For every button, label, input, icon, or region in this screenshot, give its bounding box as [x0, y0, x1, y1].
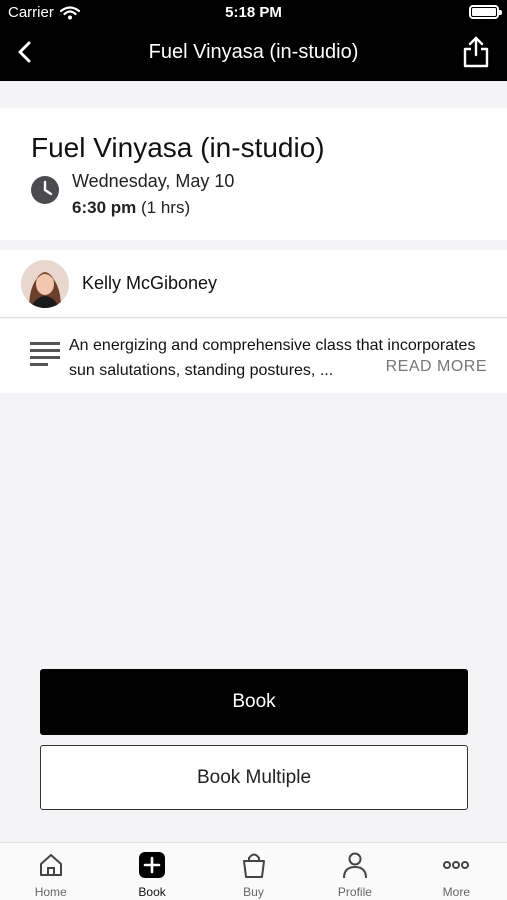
plus-square-icon	[139, 852, 166, 878]
class-time-row: 6:30 pm (1 hrs)	[72, 198, 190, 218]
status-time: 5:18 PM	[225, 4, 282, 21]
tab-book-label: Book	[138, 885, 166, 899]
status-bar: Carrier 5:18 PM	[0, 0, 507, 24]
class-info-card: Fuel Vinyasa (in-studio) Wednesday, May …	[0, 108, 507, 240]
class-start-time: 6:30 pm	[72, 198, 137, 217]
instructor-avatar	[21, 260, 69, 308]
tab-home-label: Home	[34, 885, 67, 899]
battery-fill	[472, 8, 496, 16]
tab-profile[interactable]: Profile	[304, 843, 405, 900]
tab-buy[interactable]: Buy	[203, 843, 304, 900]
clock-icon	[31, 176, 59, 204]
navigation-bar: Fuel Vinyasa (in-studio)	[0, 24, 507, 81]
class-duration: (1 hrs)	[140, 198, 191, 217]
class-date: Wednesday, May 10	[72, 171, 235, 191]
tab-profile-label: Profile	[337, 885, 372, 899]
tab-more[interactable]: More	[406, 843, 507, 900]
book-button[interactable]: Book	[40, 669, 468, 735]
description-section: An energizing and comprehensive class th…	[0, 319, 507, 393]
text-lines-icon	[30, 342, 60, 366]
tab-more-label: More	[442, 885, 470, 899]
tab-buy-label: Buy	[243, 885, 264, 899]
nav-title: Fuel Vinyasa (in-studio)	[148, 41, 359, 63]
instructor-name: Kelly McGiboney	[82, 273, 218, 293]
share-icon[interactable]	[461, 35, 491, 69]
instructor-row[interactable]: Kelly McGiboney	[0, 250, 507, 318]
class-title: Fuel Vinyasa (in-studio)	[31, 132, 325, 163]
book-multiple-button[interactable]: Book Multiple	[40, 745, 468, 810]
ellipsis-icon	[443, 861, 470, 869]
read-more-link[interactable]: READ MORE	[386, 358, 487, 376]
tab-bar: Home Book Buy Profile More	[0, 842, 507, 900]
bag-icon	[242, 853, 265, 878]
tab-home[interactable]: Home	[0, 843, 101, 900]
battery-icon	[469, 5, 502, 19]
tab-book[interactable]: Book	[101, 843, 202, 900]
home-icon	[39, 854, 62, 876]
person-icon	[342, 852, 367, 879]
